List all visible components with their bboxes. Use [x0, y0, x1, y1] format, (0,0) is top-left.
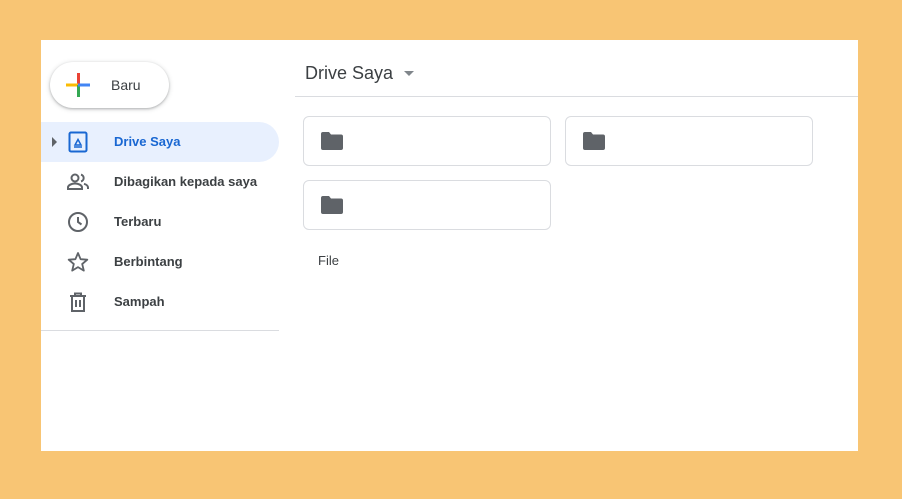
folder-card[interactable] [303, 116, 551, 166]
sidebar-item-shared[interactable]: Dibagikan kepada saya [41, 162, 279, 202]
sidebar-item-label: Sampah [114, 294, 165, 309]
sidebar-item-label: Terbaru [114, 214, 162, 229]
folder-icon [321, 196, 343, 214]
header-divider [295, 96, 858, 97]
folder-icon [583, 132, 605, 150]
sidebar-item-recent[interactable]: Terbaru [41, 202, 279, 242]
sidebar-item-my-drive[interactable]: Drive Saya [41, 122, 279, 162]
sidebar-divider [41, 330, 279, 331]
sidebar-item-label: Dibagikan kepada saya [114, 174, 258, 189]
sidebar-item-label: Drive Saya [114, 134, 181, 149]
new-button[interactable]: Baru [50, 62, 169, 108]
page-title-dropdown[interactable]: Drive Saya [305, 63, 415, 84]
folder-card[interactable] [565, 116, 813, 166]
expand-caret-icon[interactable] [52, 137, 57, 147]
drive-icon [68, 131, 88, 153]
sidebar-item-trash[interactable]: Sampah [41, 282, 279, 322]
folder-icon [321, 132, 343, 150]
sidebar-item-starred[interactable]: Berbintang [41, 242, 279, 282]
files-section-label: File [318, 253, 339, 268]
star-icon [67, 252, 89, 272]
page-title: Drive Saya [305, 63, 394, 83]
sidebar-nav: Drive Saya Dibagikan kepada saya Terbaru… [41, 122, 279, 322]
new-button-label: Baru [111, 77, 141, 93]
shared-people-icon [67, 173, 89, 190]
plus-icon [66, 73, 90, 97]
trash-icon [70, 292, 86, 312]
caret-down-icon [404, 71, 415, 76]
sidebar-item-label: Berbintang [114, 254, 183, 269]
folder-card[interactable] [303, 180, 551, 230]
clock-icon [68, 212, 88, 232]
drive-window: Baru Drive Saya Dibagikan kepada saya Te… [41, 40, 858, 451]
